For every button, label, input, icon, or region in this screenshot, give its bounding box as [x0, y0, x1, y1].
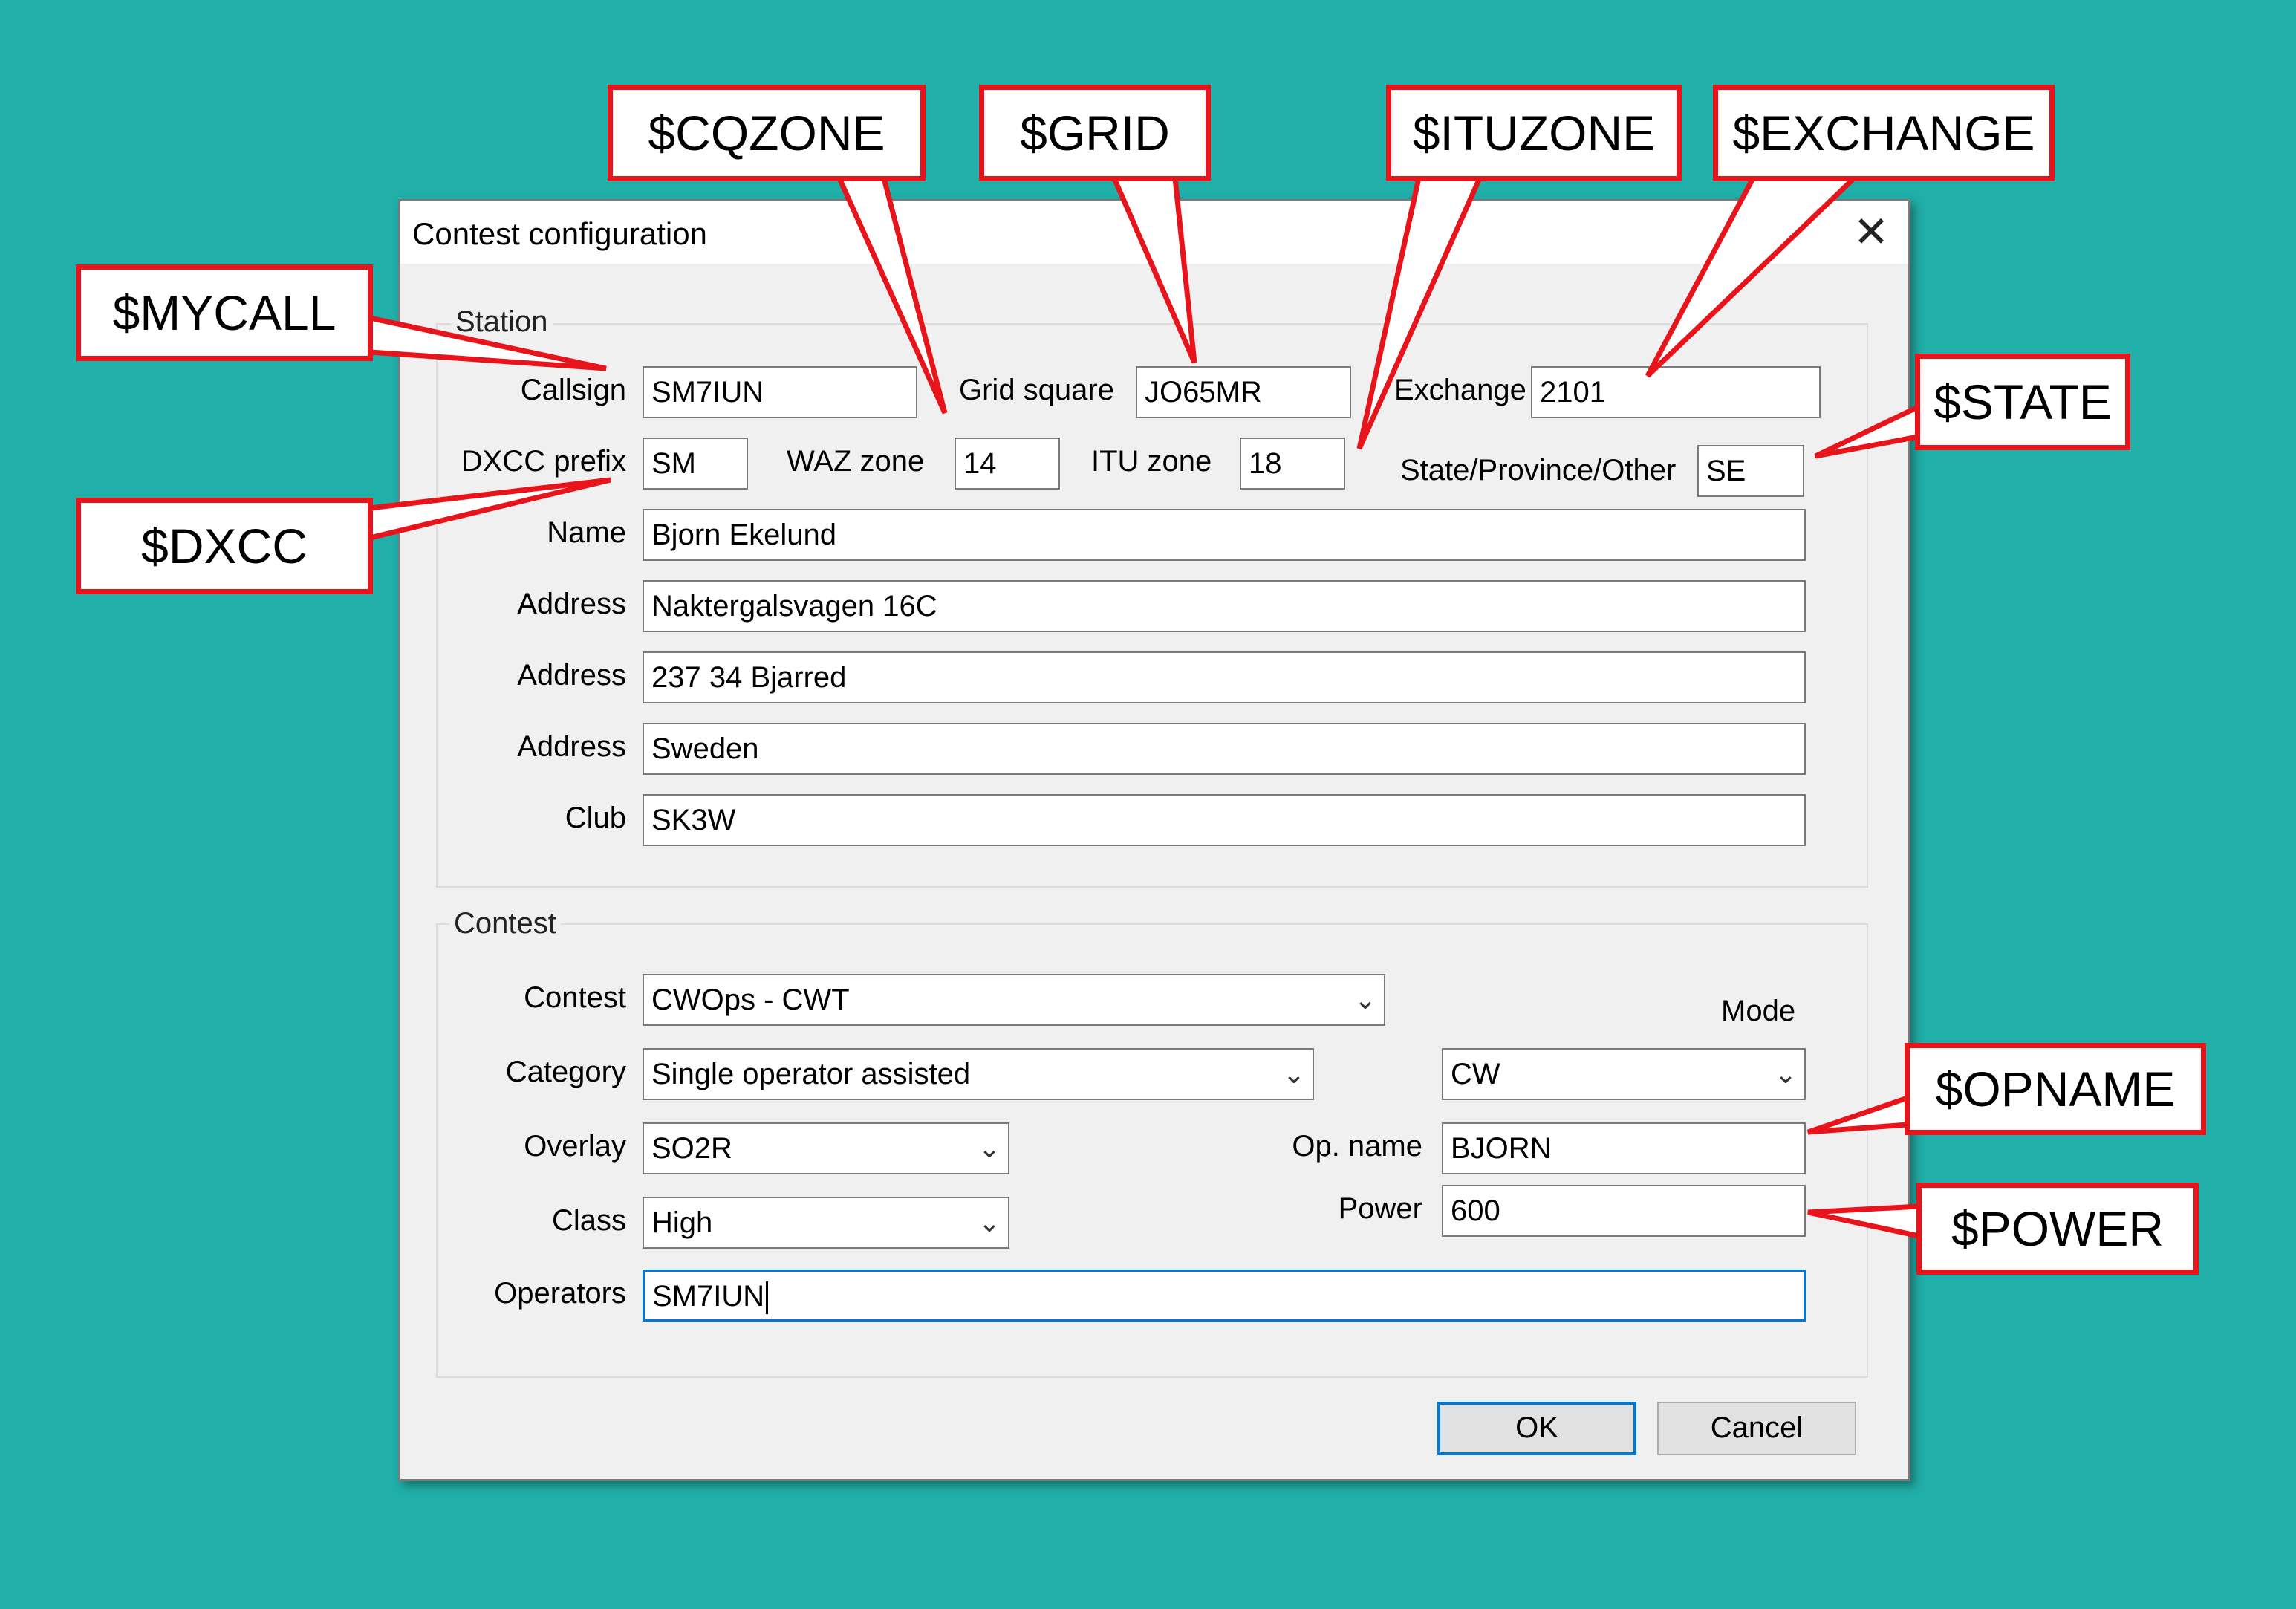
cqzone-arrow [835, 175, 948, 415]
dxcc-arrow [367, 477, 611, 542]
exchange-arrow [1645, 175, 1861, 378]
mycall-callout: $MYCALL [76, 264, 373, 361]
exchange-callout: $EXCHANGE [1713, 85, 2055, 181]
power-arrow [1807, 1203, 1922, 1240]
opname-callout: $OPNAME [1905, 1043, 2206, 1135]
callout-arrows [367, 175, 1922, 1240]
power-callout: $POWER [1916, 1183, 2199, 1275]
grid-arrow [1110, 175, 1197, 364]
ituzone-callout: $ITUZONE [1386, 85, 1682, 181]
state-callout: $STATE [1915, 354, 2130, 450]
grid-callout: $GRID [979, 85, 1211, 181]
state-arrow [1814, 403, 1921, 459]
cqzone-callout: $CQZONE [608, 85, 926, 181]
opname-arrow [1806, 1094, 1910, 1135]
mycall-arrow [367, 314, 607, 371]
dxcc-callout: $DXCC [76, 498, 373, 594]
ituzone-arrow [1356, 175, 1484, 450]
